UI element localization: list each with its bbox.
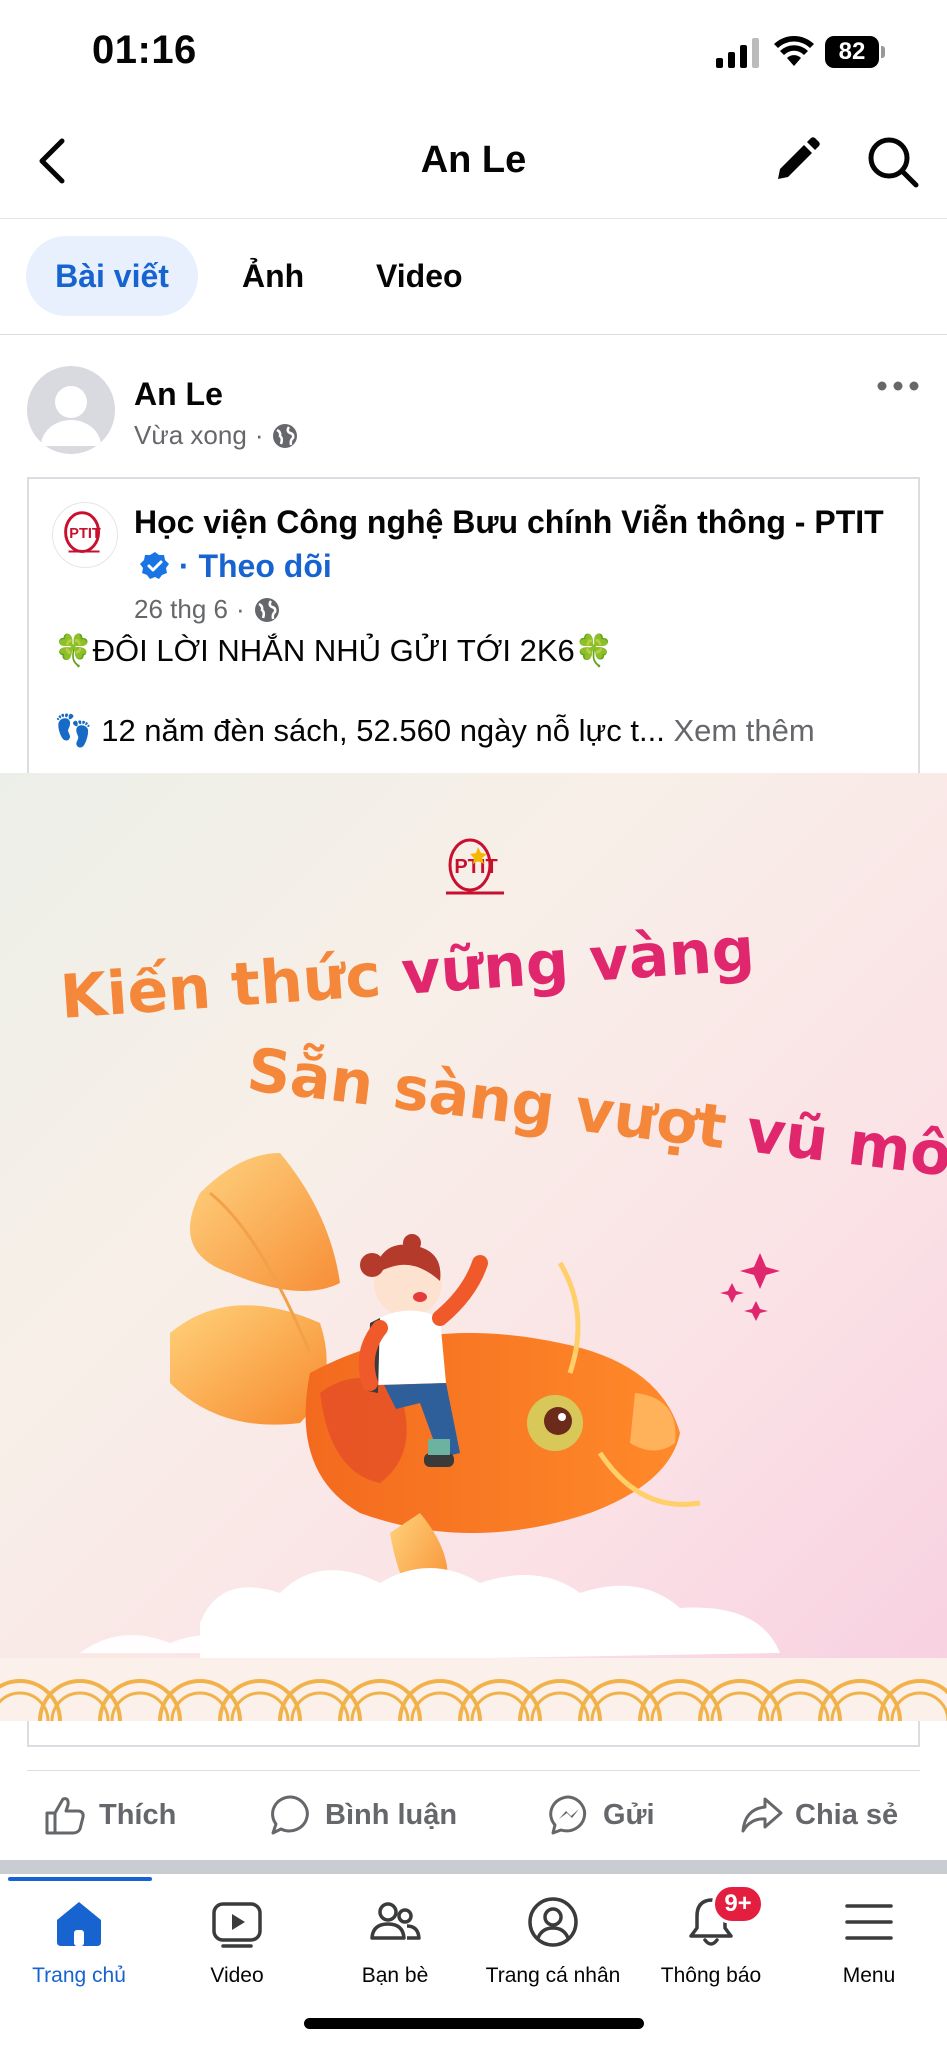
send-button[interactable]: Gửi bbox=[547, 1771, 655, 1859]
messenger-icon bbox=[549, 1795, 587, 1835]
page-name-text[interactable]: Học viện Công nghệ Bưu chính Viễn thông … bbox=[134, 504, 884, 540]
battery-icon: 82 bbox=[825, 36, 885, 68]
like-label: Thích bbox=[99, 1798, 177, 1831]
cellular-signal-icon bbox=[716, 38, 759, 68]
share-button[interactable]: Chia sẻ bbox=[739, 1771, 898, 1859]
friends-icon bbox=[370, 1902, 421, 1940]
slogan-line-1-pink: vững vàng bbox=[399, 914, 757, 1009]
nav-video-label: Video bbox=[210, 1964, 264, 1987]
share-arrow-icon bbox=[741, 1797, 783, 1833]
status-bar: 01:16 82 bbox=[0, 0, 947, 105]
menu-icon bbox=[845, 1904, 893, 1940]
shared-meta-separator: · bbox=[235, 594, 245, 624]
battery-level: 82 bbox=[825, 36, 879, 68]
tab-photos[interactable]: Ảnh bbox=[242, 236, 304, 316]
nav-video[interactable]: Video bbox=[158, 1894, 316, 1988]
shared-post-date: 26 thg 6 bbox=[134, 594, 228, 624]
shared-page-name: Học viện Công nghệ Bưu chính Viễn thông … bbox=[134, 500, 894, 588]
thumbs-up-icon bbox=[45, 1797, 85, 1835]
edit-pencil-icon[interactable] bbox=[770, 135, 822, 187]
meta-separator: · bbox=[254, 420, 264, 450]
nav-friends[interactable]: Bạn bè bbox=[316, 1894, 474, 1988]
tab-posts[interactable]: Bài viết bbox=[26, 236, 198, 316]
slogan-line-2-orange: Sẵn sàng vượt bbox=[243, 1035, 731, 1164]
slogan-line-1: Kiến thức vững vàng bbox=[58, 914, 757, 1032]
comment-button[interactable]: Bình luận bbox=[269, 1771, 457, 1859]
profile-tabs: Bài viết Ảnh Video bbox=[0, 220, 947, 335]
follow-link[interactable]: Theo dõi bbox=[198, 548, 331, 584]
comment-bubble-icon bbox=[271, 1795, 309, 1835]
see-more-link[interactable]: Xem thêm bbox=[673, 713, 814, 748]
shared-post-body-text: 👣 12 năm đèn sách, 52.560 ngày nỗ lực t.… bbox=[54, 713, 665, 748]
comment-label: Bình luận bbox=[325, 1798, 458, 1831]
follow-separator: · bbox=[178, 548, 190, 584]
verified-badge-icon bbox=[140, 552, 169, 579]
shared-post-headline: 🍀ĐÔI LỜI NHẮN NHỦ GỬI TỚI 2K6🍀 bbox=[54, 633, 614, 668]
home-indicator[interactable] bbox=[304, 2018, 644, 2029]
notification-count-badge: 9+ bbox=[712, 1884, 764, 1924]
nav-home-label: Trang chủ bbox=[32, 1964, 126, 1987]
page-avatar-ptit-text: PTIT bbox=[69, 526, 101, 542]
post-time: Vừa xong bbox=[134, 420, 247, 450]
shared-post-body: 👣 12 năm đèn sách, 52.560 ngày nỗ lực t.… bbox=[54, 712, 815, 749]
profile-icon bbox=[528, 1897, 578, 1947]
ptit-logo: PTIT bbox=[446, 838, 504, 895]
author-avatar[interactable] bbox=[27, 366, 115, 454]
public-globe-icon bbox=[254, 597, 279, 622]
public-globe-icon bbox=[273, 423, 298, 448]
post-action-bar: Thích Bình luận Gửi Chia sẻ bbox=[27, 1770, 920, 1858]
page-avatar-ptit[interactable]: PTIT bbox=[52, 502, 118, 568]
send-label: Gửi bbox=[603, 1798, 655, 1831]
post-image[interactable]: PTIT Kiến thức vững vàng Sẵn sàng vượt v… bbox=[0, 773, 947, 1721]
active-tab-indicator bbox=[8, 1877, 152, 1881]
nav-notifications-label: Thông báo bbox=[660, 1964, 762, 1987]
more-options-icon[interactable] bbox=[876, 374, 920, 398]
post-meta: Vừa xong · bbox=[134, 420, 299, 451]
nav-profile[interactable]: Trang cá nhân bbox=[474, 1894, 632, 1988]
nav-notifications[interactable]: Thông báo bbox=[632, 1894, 790, 1988]
shared-post-meta: 26 thg 6 · bbox=[134, 594, 281, 625]
tab-videos[interactable]: Video bbox=[376, 236, 463, 316]
nav-menu-label: Menu bbox=[842, 1964, 896, 1987]
video-icon bbox=[212, 1902, 262, 1948]
share-label: Chia sẻ bbox=[795, 1798, 899, 1831]
status-time: 01:16 bbox=[92, 28, 197, 72]
home-icon bbox=[57, 1902, 101, 1946]
like-button[interactable]: Thích bbox=[43, 1771, 176, 1859]
nav-home[interactable]: Trang chủ bbox=[0, 1894, 158, 1988]
slogan-line-1-orange: Kiến thức bbox=[58, 940, 384, 1033]
post-author-name[interactable]: An Le bbox=[134, 376, 223, 413]
feed-separator bbox=[0, 1860, 947, 1874]
profile-header: An Le bbox=[0, 105, 947, 219]
search-icon[interactable] bbox=[866, 135, 920, 189]
koi-fish-illustration bbox=[0, 1153, 947, 1721]
nav-menu[interactable]: Menu bbox=[790, 1894, 947, 1988]
nav-friends-label: Bạn bè bbox=[361, 1964, 429, 1987]
wifi-icon bbox=[774, 36, 814, 66]
nav-profile-label: Trang cá nhân bbox=[485, 1964, 621, 1987]
